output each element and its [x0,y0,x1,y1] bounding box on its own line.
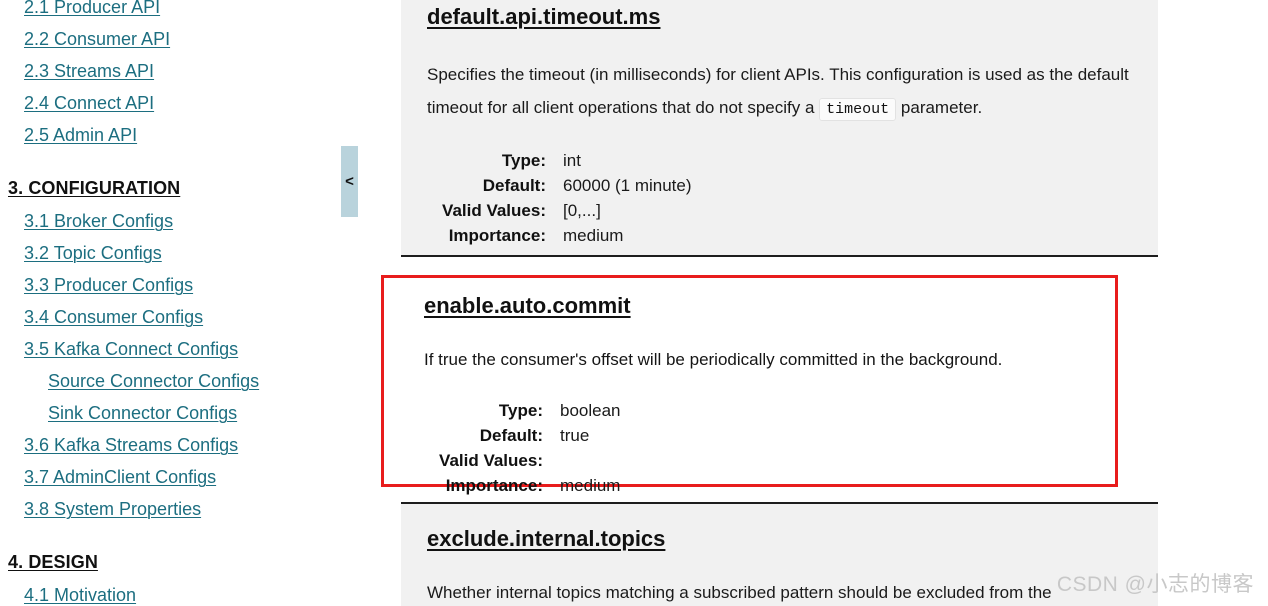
config-block-exclude-internal-topics: exclude.internal.topics Whether internal… [401,504,1158,606]
config-meta-table: Type: int Default: 60000 (1 minute) Valid Va… [427,148,692,248]
toc-link-3-3-producer-configs[interactable]: 3.3 Producer Configs [0,269,341,301]
config-meta-value: medium [563,226,624,245]
inline-code-timeout: timeout [819,98,897,121]
toc-link-3-1-broker-configs[interactable]: 3.1 Broker Configs [0,205,341,237]
config-name-heading[interactable]: default.api.timeout.ms [427,2,660,32]
config-meta-row: Valid Values: [0,...] [427,198,692,223]
toc-link-2-2-consumer-api[interactable]: 2.2 Consumer API [0,23,341,55]
toc-section-3-configuration: 3. CONFIGURATION [0,173,341,203]
config-description-text-before: Specifies the timeout (in milliseconds) … [427,65,1129,117]
config-meta-key: Type: [501,151,546,170]
config-meta-table: Type: boolean Default: true Valid Values: Imp… [424,398,621,498]
config-meta-row: Type: int [427,148,692,173]
config-description: Specifies the timeout (in milliseconds) … [427,58,1132,126]
toc-section-4-design: 4. DESIGN [0,547,341,577]
toc-section-label: 3. CONFIGURATION [8,178,181,198]
config-meta-row: Default: true [424,423,621,448]
toc-link-3-8-system-properties[interactable]: 3.8 System Properties [0,493,341,525]
config-name-heading[interactable]: enable.auto.commit [424,291,631,321]
toc-link-2-3-streams-api[interactable]: 2.3 Streams API [0,55,341,87]
config-block-default-api-timeout-ms: default.api.timeout.ms Specifies the tim… [401,0,1158,255]
config-meta-row: Type: boolean [424,398,621,423]
block-divider-1 [401,255,1158,257]
config-meta-key: Importance: [448,226,546,245]
highlighted-config-block-enable-auto-commit: enable.auto.commit If true the consumer'… [381,275,1118,495]
toc-link-2-4-connect-api[interactable]: 2.4 Connect API [0,87,341,119]
config-meta-key: Type: [498,401,543,420]
sidebar-collapse-toggle[interactable]: < [341,146,358,217]
toc-link-2-1-producer-api[interactable]: 2.1 Producer API [0,0,341,23]
config-meta-key: Valid Values: [439,451,543,470]
toc-link-4-1-motivation[interactable]: 4.1 Motivation [0,579,341,606]
config-meta-row: Importance: medium [427,223,692,248]
config-description-text-after: parameter. [896,98,983,117]
toc-link-sink-connector-configs[interactable]: Sink Connector Configs [0,397,341,429]
toc-link-source-connector-configs[interactable]: Source Connector Configs [0,365,341,397]
config-meta-value [560,448,621,473]
config-meta-value: int [563,151,581,170]
documentation-page: 2.1 Producer API 2.2 Consumer API 2.3 Stre… [0,0,1268,606]
chevron-left-icon: < [345,173,354,190]
config-description: Whether internal topics matching a subsc… [427,583,1052,602]
toc-link-3-4-consumer-configs[interactable]: 3.4 Consumer Configs [0,301,341,333]
toc-link-3-5-kafka-connect-configs[interactable]: 3.5 Kafka Connect Configs [0,333,341,365]
toc-section-label: 4. DESIGN [8,552,98,572]
config-description: If true the consumer's offset will be pe… [424,350,1003,369]
toc-link-2-5-admin-api[interactable]: 2.5 Admin API [0,119,341,151]
table-of-contents-sidebar: 2.1 Producer API 2.2 Consumer API 2.3 Stre… [0,0,341,606]
config-meta-key: Valid Values: [442,201,546,220]
config-meta-key: Default: [479,426,543,445]
config-meta-row: Importance: medium [424,473,621,498]
config-meta-value: medium [560,476,621,495]
config-meta-value: [0,...] [563,201,601,220]
config-meta-key: Default: [482,176,546,195]
config-meta-value: boolean [560,401,621,420]
toc-list: 2.1 Producer API 2.2 Consumer API 2.3 Stre… [0,0,341,606]
toc-link-3-2-topic-configs[interactable]: 3.2 Topic Configs [0,237,341,269]
toc-link-3-7-adminclient-configs[interactable]: 3.7 AdminClient Configs [0,461,341,493]
config-meta-value: true [560,426,590,445]
config-meta-key: Importance: [445,476,543,495]
config-meta-value: 60000 (1 minute) [563,176,692,195]
config-meta-row: Default: 60000 (1 minute) [427,173,692,198]
config-meta-row: Valid Values: [424,448,621,473]
config-name-heading[interactable]: exclude.internal.topics [427,524,665,554]
toc-link-3-6-kafka-streams-configs[interactable]: 3.6 Kafka Streams Configs [0,429,341,461]
block-divider-2 [401,502,1158,504]
